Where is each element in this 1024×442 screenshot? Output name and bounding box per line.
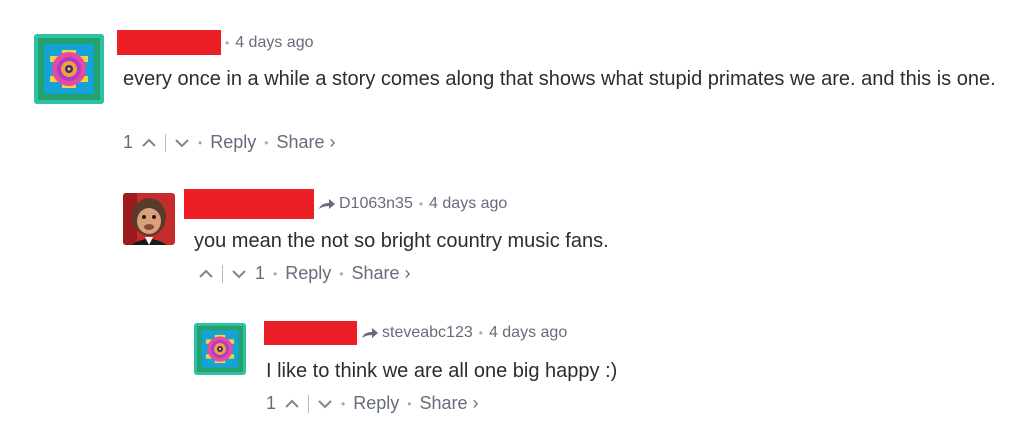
chevron-down-icon	[318, 399, 332, 408]
timestamp[interactable]: 4 days ago	[235, 34, 313, 52]
separator-dot: •	[198, 135, 203, 150]
separator-dot: •	[478, 326, 483, 340]
upvote-button[interactable]	[198, 268, 214, 280]
comment-meta: • 4 days ago	[117, 30, 313, 55]
avatar[interactable]	[194, 323, 246, 375]
upvote-count: 1	[123, 132, 134, 152]
timestamp[interactable]: 4 days ago	[429, 195, 507, 213]
upvote-button[interactable]	[284, 398, 300, 410]
share-button[interactable]: Share ›	[351, 263, 410, 284]
comment-text: I like to think we are all one big happy…	[266, 360, 618, 382]
comment-text: you mean the not so bright country music…	[194, 230, 609, 252]
separator-dot: •	[418, 197, 424, 211]
reply-button[interactable]: Reply	[210, 132, 256, 153]
downvote-button[interactable]	[174, 137, 190, 149]
avatar[interactable]	[34, 34, 104, 104]
chevron-down-icon	[232, 269, 246, 278]
reply-button[interactable]: Reply	[353, 393, 399, 414]
avatar[interactable]	[123, 193, 175, 245]
reply-to-username[interactable]: steveabc123	[382, 324, 473, 342]
vote-divider	[308, 394, 310, 413]
upvote-count: 1	[266, 393, 277, 413]
chevron-up-icon	[142, 138, 156, 147]
downvote-button[interactable]	[231, 268, 247, 280]
monkey-face-icon	[123, 193, 175, 245]
vote-divider	[222, 264, 223, 283]
separator-dot: •	[341, 396, 346, 411]
separator-dot: •	[225, 35, 230, 50]
chevron-down-icon	[175, 138, 189, 147]
reply-arrow-icon	[319, 199, 335, 209]
comment-meta: steveabc123 • 4 days ago	[264, 321, 567, 345]
share-button[interactable]: Share ›	[276, 132, 335, 153]
separator-dot: •	[264, 135, 269, 150]
timestamp[interactable]: 4 days ago	[489, 324, 567, 342]
chevron-up-icon	[199, 269, 213, 278]
separator-dot: •	[273, 266, 278, 281]
share-button[interactable]: Share ›	[419, 393, 478, 414]
mandala-icon	[34, 34, 104, 104]
redacted-username	[184, 189, 314, 219]
separator-dot: •	[407, 396, 412, 411]
reply-to-username[interactable]: D1063n35	[339, 195, 413, 213]
comment-actions: 1 • Reply • Share ›	[123, 132, 335, 153]
separator-dot: •	[339, 266, 344, 281]
comment-actions: 1 • Reply • Share ›	[198, 263, 410, 284]
redacted-username	[264, 321, 357, 345]
redacted-username	[117, 30, 221, 55]
vote-divider	[165, 133, 167, 152]
comment-meta: D1063n35 • 4 days ago	[184, 189, 507, 219]
reply-arrow-icon	[362, 328, 378, 338]
comment-actions: 1 • Reply • Share ›	[266, 393, 478, 414]
downvote-button[interactable]	[317, 398, 333, 410]
chevron-up-icon	[285, 399, 299, 408]
comment-text: every once in a while a story comes alon…	[123, 68, 996, 90]
downvote-count: 1	[255, 263, 266, 283]
reply-button[interactable]: Reply	[285, 263, 331, 284]
upvote-button[interactable]	[141, 137, 157, 149]
mandala-icon	[194, 323, 246, 375]
